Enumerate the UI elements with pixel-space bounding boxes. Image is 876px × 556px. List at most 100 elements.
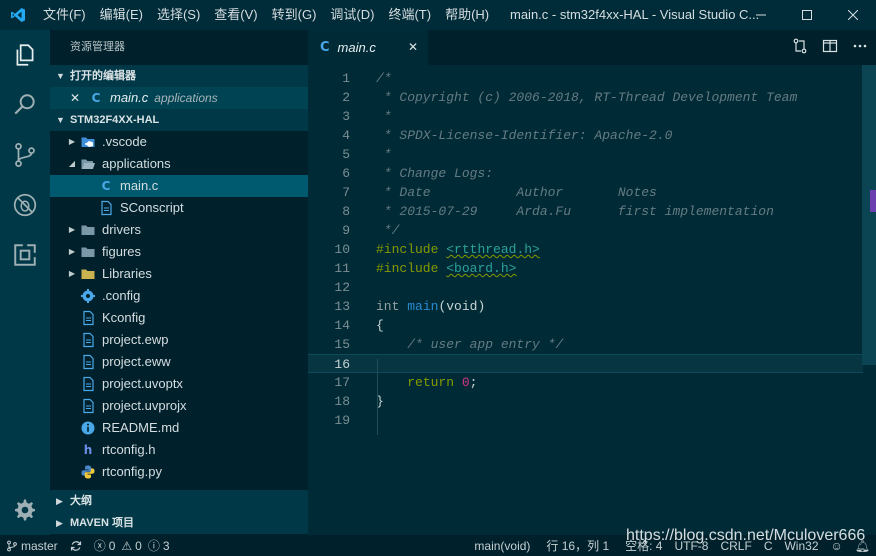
tree-item-project-ewp[interactable]: project.ewp [50,329,308,351]
code-text: * [376,147,392,162]
close-icon[interactable]: ✕ [70,87,88,109]
tree-item-label: project.uvoptx [102,376,183,391]
error-icon: ⓧ [93,539,106,553]
maximize-button[interactable] [784,0,830,30]
file-icon [98,200,114,216]
outline-header[interactable]: ▶ 大纲 [50,490,308,512]
tree-item-project-uvoptx[interactable]: project.uvoptx [50,373,308,395]
files-icon[interactable] [0,30,50,80]
branch-indicator[interactable]: master [0,539,64,553]
menu-item-5[interactable]: 调试(D) [323,0,381,30]
menu-item-6[interactable]: 终端(T) [381,0,438,30]
c-file-icon: C [91,91,101,105]
file-icon [80,310,96,326]
tree-item-project-uvprojx[interactable]: project.uvprojx [50,395,308,417]
maven-header[interactable]: ▶ MAVEN 项目 [50,512,308,534]
problems-indicator[interactable]: ⓧ 0 ⚠ 0 ⓘ 3 [88,537,176,554]
code-line[interactable]: 11 #include <board.h> [308,259,863,278]
code-line[interactable]: 16 [308,354,863,373]
line-number: 16 [334,357,350,372]
code-line[interactable]: 19 [308,411,863,430]
menu-item-7[interactable]: 帮助(H) [438,0,496,30]
scrollbar-thumb[interactable] [862,65,876,365]
code-line[interactable]: 15 /* user app entry */ [308,335,863,354]
menu-item-1[interactable]: 编辑(E) [93,0,150,30]
open-editor-item[interactable]: ✕ C main.c applications [50,87,308,109]
more-actions-icon[interactable] [852,38,868,57]
tree-item-rtconfig-h[interactable]: h rtconfig.h [50,439,308,461]
tree-item-libraries[interactable]: ▶ Libraries [50,263,308,285]
code-text: { [376,318,384,333]
line-number: 14 [334,318,350,333]
python-icon [80,464,96,480]
line-number: 4 [342,128,350,143]
file-icon [80,354,96,370]
code-line[interactable]: 8 * 2015-07-29 Arda.Fu first implementat… [308,202,863,221]
source-control-icon[interactable] [0,130,50,180]
vscode-icon [80,134,96,150]
menu-item-4[interactable]: 转到(G) [265,0,324,30]
tree-item-label: Libraries [102,266,152,281]
close-window-button[interactable] [830,0,876,30]
code-line[interactable]: 1 /* [308,69,863,88]
tree-item-drivers[interactable]: ▶ drivers [50,219,308,241]
tab-main-c[interactable]: C main.c ✕ [308,30,428,65]
open-changes-icon[interactable] [792,38,808,57]
tree-item-label: project.ewp [102,332,169,347]
code-line[interactable]: 17 return 0; [308,373,863,392]
code-line[interactable]: 18} [308,392,863,411]
chevron-right-icon: ▶ [68,137,76,146]
tree-item-vscode[interactable]: ▶ .vscode [50,131,308,153]
code-line[interactable]: 13 int main(void) [308,297,863,316]
project-header[interactable]: ▼ STM32F4XX-HAL [50,109,308,131]
sync-icon[interactable] [64,540,88,552]
code-line[interactable]: 5 * [308,145,863,164]
tree-item-kconfig[interactable]: Kconfig [50,307,308,329]
tree-item-project-eww[interactable]: project.eww [50,351,308,373]
code-line[interactable]: 12 [308,278,863,297]
tree-item-main-c[interactable]: Cmain.c [50,175,308,197]
extensions-icon[interactable] [0,230,50,280]
split-editor-icon[interactable] [822,38,838,57]
menu-item-2[interactable]: 选择(S) [150,0,207,30]
tree-item-applications[interactable]: ◢ applications [50,153,308,175]
open-editor-folder: applications [154,91,218,105]
search-icon[interactable] [0,80,50,130]
code-line[interactable]: 3 * [308,107,863,126]
tree-item-config[interactable]: .config [50,285,308,307]
chevron-down-icon: ▼ [56,71,65,81]
folder-open-icon [80,156,96,172]
tree-item-label: SConscript [120,200,184,215]
cursor-position[interactable]: 行 16，列 1 [536,537,619,554]
settings-gear-icon[interactable] [0,485,50,535]
tree-item-label: rtconfig.h [102,442,156,457]
open-editors-header[interactable]: ▼ 打开的编辑器 [50,65,308,87]
open-editors-label: 打开的编辑器 [70,70,136,82]
vscode-logo-icon [0,0,36,30]
code-line[interactable]: 4 * SPDX-License-Identifier: Apache-2.0 [308,126,863,145]
debug-icon[interactable] [0,180,50,230]
code-line[interactable]: 2 * Copyright (c) 2006-2018, RT-Thread D… [308,88,863,107]
code-line[interactable]: 6 * Change Logs: [308,164,863,183]
menu-item-3[interactable]: 查看(V) [207,0,264,30]
minimize-button[interactable] [738,0,784,30]
header-file-icon: h [83,443,93,457]
menu-item-0[interactable]: 文件(F) [36,0,93,30]
project-label: STM32F4XX-HAL [70,114,160,126]
tree-item-sconscript[interactable]: SConscript [50,197,308,219]
code-line[interactable]: 7 * Date Author Notes [308,183,863,202]
code-line[interactable]: 10 #include <rtthread.h> [308,240,863,259]
line-number: 6 [342,166,350,181]
line-number: 10 [334,242,350,257]
code-text: /* user app entry */ [407,337,564,352]
tree-item-figures[interactable]: ▶ figures [50,241,308,263]
tree-item-rtconfig-py[interactable]: rtconfig.py [50,461,308,483]
close-icon[interactable]: ✕ [408,40,418,54]
code-line[interactable]: 14 { [308,316,863,335]
tree-item-readme-md[interactable]: README.md [50,417,308,439]
warning-icon: ⚠ [121,538,133,553]
current-function[interactable]: main(void) [468,539,536,553]
code-line[interactable]: 9 */ [308,221,863,240]
code-editor[interactable]: 1 /* 2 * Copyright (c) 2006-2018, RT-Threa… [308,65,876,535]
file-tree: ▶ .vscode ◢ applications Cmain.c SConscript ▶ d… [50,131,308,483]
